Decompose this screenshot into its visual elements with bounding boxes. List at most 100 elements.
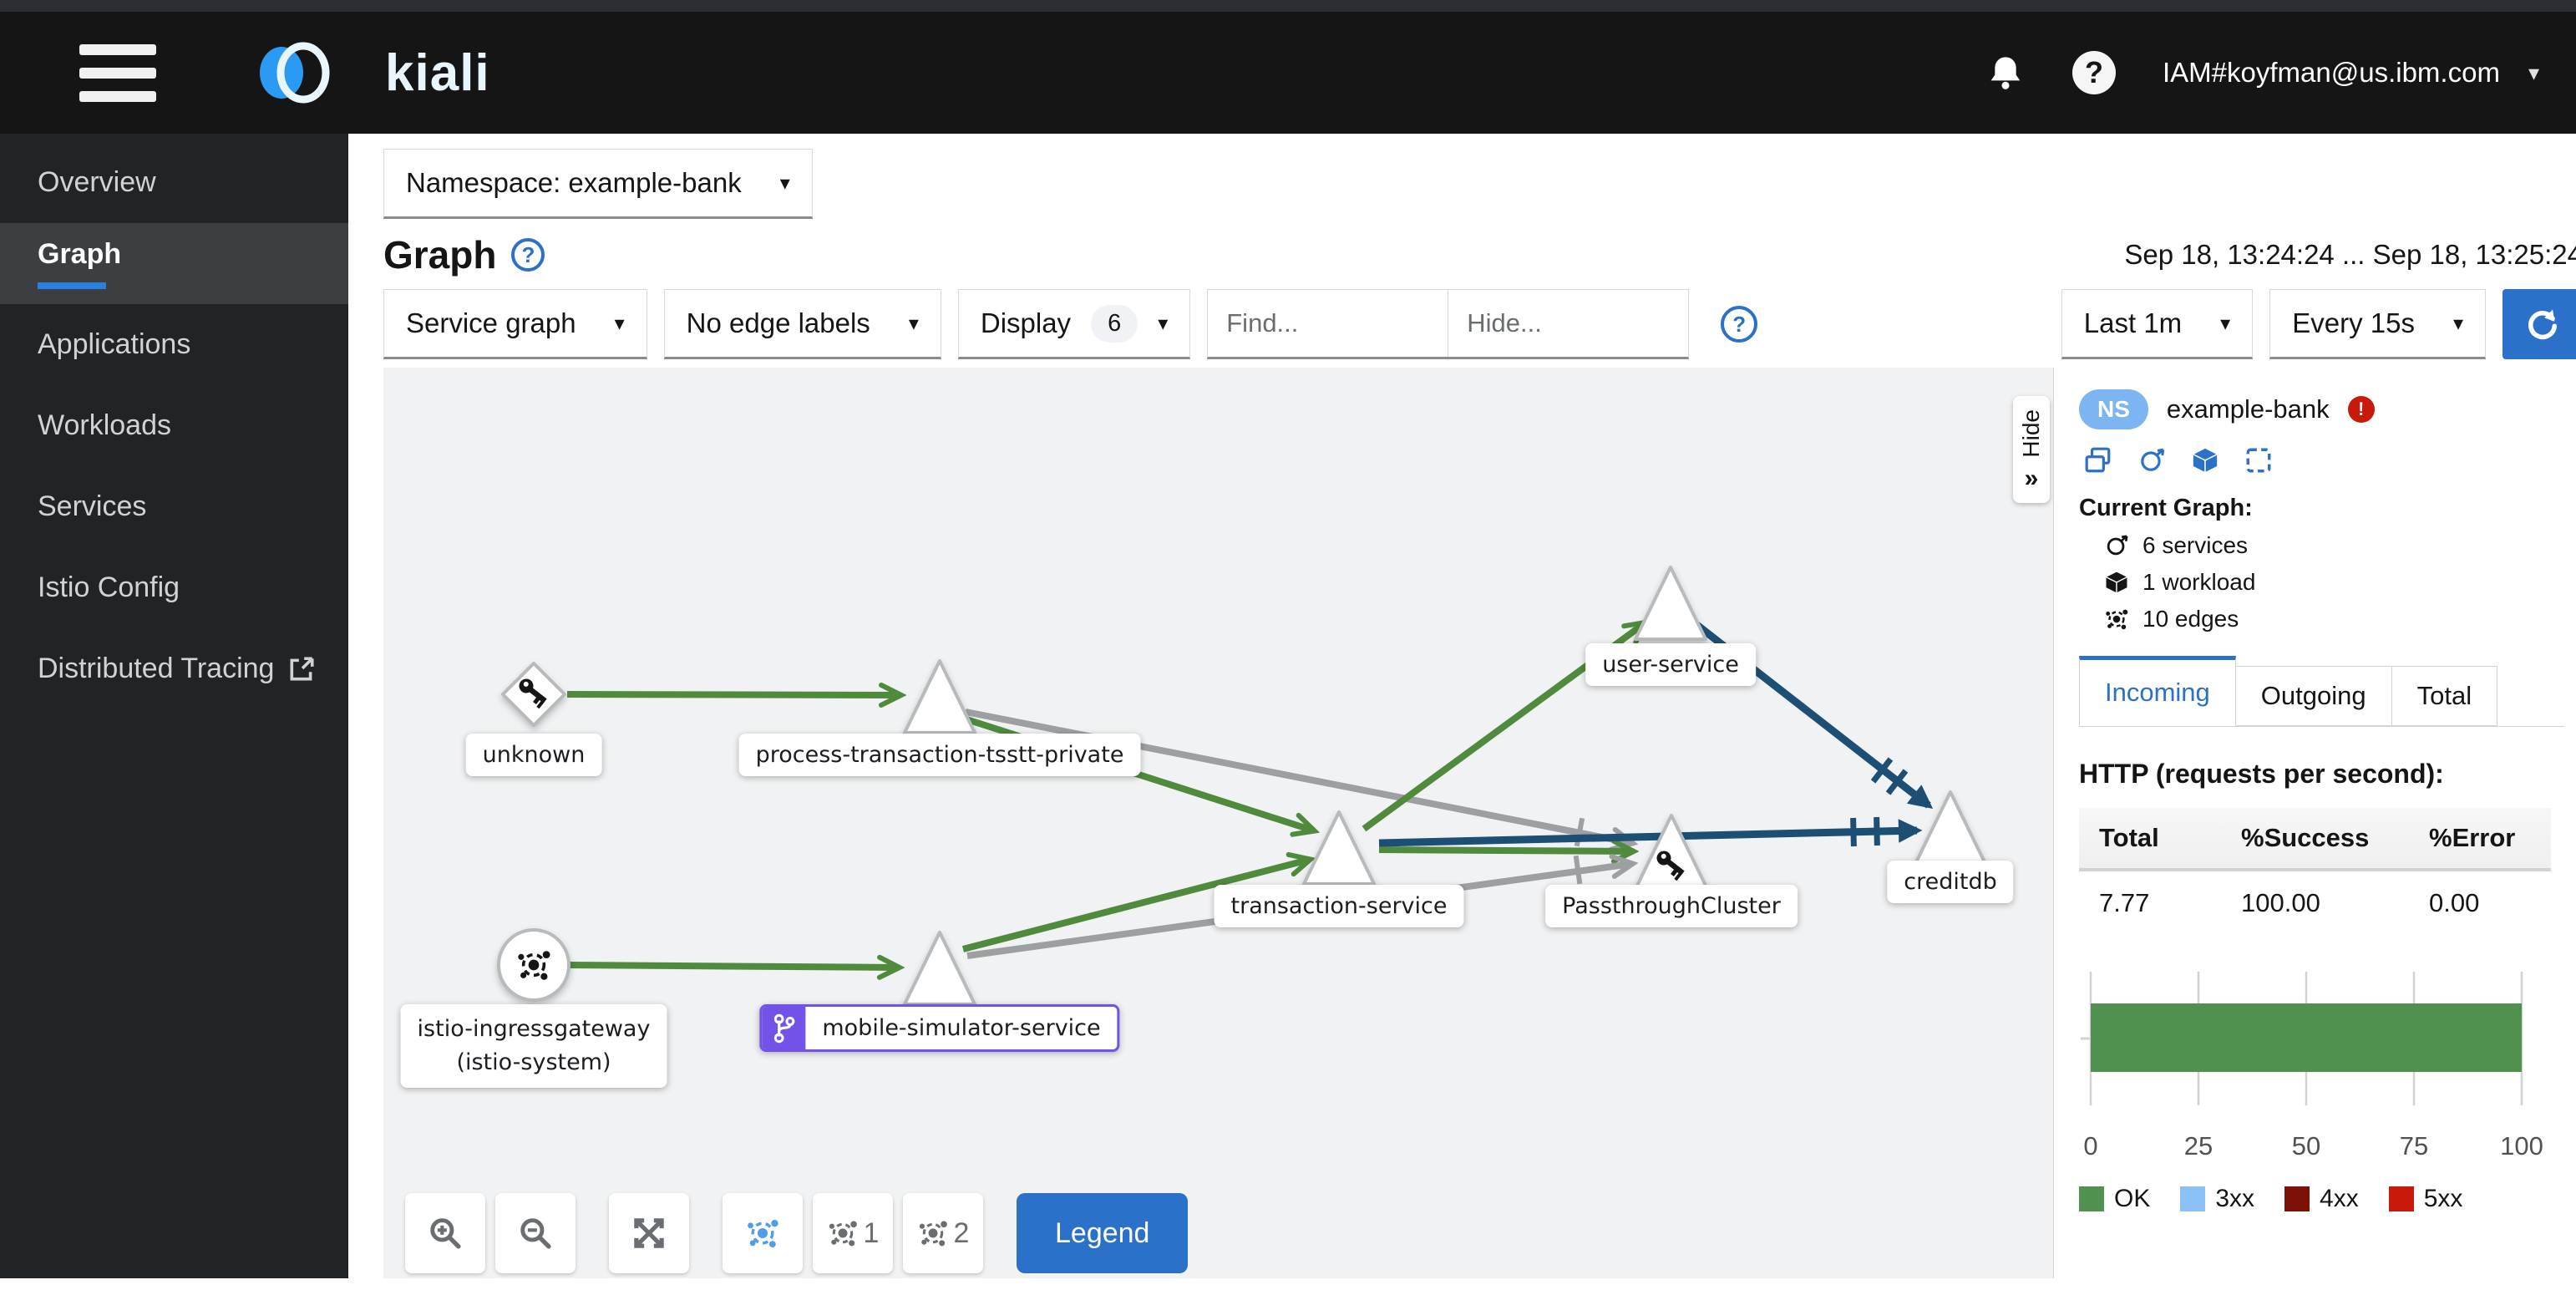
node-process-transaction[interactable] <box>900 655 980 739</box>
find-input[interactable] <box>1208 290 1448 357</box>
stat-workloads: 1 workload <box>2079 569 2564 596</box>
display-select[interactable]: Display 6 ▾ <box>957 289 1191 359</box>
masthead: kiali ? IAM#koyfman@us.ibm.com ▾ <box>0 0 2576 134</box>
stat-edges: 10 edges <box>2079 606 2564 632</box>
node-label-mobile-simulator-service[interactable]: mobile-simulator-service <box>759 1004 1120 1052</box>
edge-labels-select[interactable]: No edge labels ▾ <box>663 289 941 359</box>
namespace-warning-icon[interactable]: ! <box>2347 396 2375 423</box>
legend-item-5xx: 5xx <box>2388 1185 2462 1213</box>
istio-config-link-icon[interactable] <box>2244 446 2273 475</box>
layout-default-button[interactable] <box>723 1193 803 1273</box>
chevron-down-icon: ▾ <box>1158 312 1169 335</box>
node-creditdb[interactable] <box>1910 786 1990 870</box>
edges-icon <box>2104 607 2129 632</box>
node-mobile-simulator-service[interactable] <box>900 927 980 1010</box>
chevron-down-icon: ▾ <box>2528 59 2539 85</box>
node-user-service[interactable] <box>1630 561 1711 645</box>
namespace-badge: NS <box>2079 389 2148 429</box>
collapse-chevron-icon: » <box>2024 464 2039 492</box>
refresh-interval-select[interactable]: Every 15s ▾ <box>2269 289 2486 359</box>
legend-item-3xx: 3xx <box>2180 1185 2254 1213</box>
graph-canvas[interactable]: unknown process-transaction-tsstt-privat… <box>383 368 2053 1278</box>
chevron-down-icon: ▾ <box>779 171 790 195</box>
time-range-label: Sep 18, 13:24:24 ... Sep 18, 13:25:24 <box>2124 239 2576 270</box>
graph-type-select[interactable]: Service graph ▾ <box>383 289 647 359</box>
applications-link-icon[interactable] <box>2084 446 2112 475</box>
ok-bar <box>2091 1003 2522 1072</box>
user-menu[interactable]: IAM#koyfman@us.ibm.com ▾ <box>2163 57 2539 89</box>
traffic-tabs: Incoming Outgoing Total <box>2079 656 2564 727</box>
node-label-user-service[interactable]: user-service <box>1585 643 1756 686</box>
display-count-badge: 6 <box>1091 304 1138 343</box>
graph-help-icon[interactable]: ? <box>511 238 545 272</box>
kiali-logo-icon <box>260 42 330 104</box>
http-rates-table: Total %Success %Error 7.77 100.00 0.00 <box>2079 808 2551 927</box>
kiali-brand: kiali <box>248 31 490 114</box>
legend-item-ok: OK <box>2079 1185 2150 1213</box>
ok-swatch <box>2079 1186 2104 1211</box>
graph-edges-layer <box>566 368 1934 1278</box>
layout-1-button[interactable]: 1 <box>813 1193 893 1273</box>
layout-2-button[interactable]: 2 <box>903 1193 983 1273</box>
tab-incoming[interactable]: Incoming <box>2079 656 2236 726</box>
sidebar-item-services[interactable]: Services <box>0 466 348 547</box>
chevron-down-icon: ▾ <box>908 312 919 335</box>
node-label-transaction-service[interactable]: transaction-service <box>1214 885 1464 927</box>
fit-to-screen-button[interactable] <box>609 1193 689 1273</box>
refresh-button[interactable] <box>2502 289 2576 359</box>
x-axis-ticks: 0 25 50 75 100 <box>2083 1131 2543 1160</box>
chevron-down-icon: ▾ <box>614 312 625 335</box>
hide-panel-tab[interactable]: Hide » <box>2013 396 2050 503</box>
zoom-in-button[interactable] <box>405 1193 485 1273</box>
legend-button[interactable]: Legend <box>1017 1193 1189 1273</box>
brand-title: kiali <box>385 43 490 102</box>
zoom-out-button[interactable] <box>495 1193 576 1273</box>
main-content: Namespace: example-bank ▾ Graph ? Sep 18… <box>348 134 2576 1278</box>
sidebar-item-istio-config[interactable]: Istio Config <box>0 547 348 628</box>
tab-total[interactable]: Total <box>2391 666 2498 726</box>
service-icon <box>2104 533 2129 558</box>
services-link-icon[interactable] <box>2137 446 2166 475</box>
sidebar-item-workloads[interactable]: Workloads <box>0 385 348 466</box>
hamburger-menu-icon[interactable] <box>79 43 156 102</box>
find-help-icon[interactable]: ? <box>1721 306 1758 343</box>
node-label-unknown[interactable]: unknown <box>465 734 602 776</box>
sidebar-item-overview[interactable]: Overview <box>0 142 348 223</box>
sidebar: Overview Graph Applications Workloads Se… <box>0 134 348 1278</box>
status-bar-chart <box>2081 972 2523 1105</box>
namespace-selector[interactable]: Namespace: example-bank ▾ <box>383 149 813 219</box>
page-title: Graph <box>383 233 497 277</box>
node-istio-ingressgateway[interactable] <box>494 926 573 1004</box>
node-label-process-transaction[interactable]: process-transaction-tsstt-private <box>738 734 1141 776</box>
graph-toolbar: 1 2 Legend <box>405 1193 1189 1273</box>
node-unknown[interactable] <box>499 659 569 729</box>
table-row: 7.77 100.00 0.00 <box>2099 888 2480 917</box>
help-icon[interactable]: ? <box>2071 51 2116 94</box>
node-transaction-service[interactable] <box>1299 806 1379 890</box>
node-label-creditdb[interactable]: creditdb <box>1887 861 2014 903</box>
branch-icon <box>775 1015 794 1041</box>
chart-legend: OK 3xx 4xx 5xx <box>2079 1185 2564 1213</box>
node-label-istio-ingressgateway[interactable]: istio-ingressgateway (istio-system) <box>400 1004 667 1088</box>
workload-icon <box>2104 570 2129 595</box>
chevron-down-icon: ▾ <box>2220 312 2231 335</box>
find-hide-group <box>1207 289 1690 359</box>
node-label-passthrough-cluster[interactable]: PassthroughCluster <box>1545 885 1798 927</box>
node-passthrough-cluster[interactable] <box>1631 810 1711 893</box>
duration-select[interactable]: Last 1m ▾ <box>2061 289 2254 359</box>
active-underline <box>38 282 106 289</box>
summary-panel: NS example-bank ! Current Graph: 6 servi… <box>2053 368 2576 1278</box>
tab-outgoing[interactable]: Outgoing <box>2235 666 2392 726</box>
status-chart: 0 25 50 75 100 OK 3xx 4xx 5xx <box>2079 965 2564 1213</box>
external-link-icon <box>287 655 316 683</box>
sidebar-item-distributed-tracing[interactable]: Distributed Tracing <box>0 628 348 709</box>
namespace-name: example-bank <box>2166 394 2330 424</box>
sidebar-item-graph[interactable]: Graph <box>0 223 348 304</box>
workloads-link-icon[interactable] <box>2191 446 2219 475</box>
stat-services: 6 services <box>2079 532 2564 559</box>
current-graph-title: Current Graph: <box>2079 495 2253 521</box>
hide-input[interactable] <box>1448 290 1689 357</box>
legend-item-4xx: 4xx <box>2284 1185 2359 1213</box>
sidebar-item-applications[interactable]: Applications <box>0 304 348 385</box>
notifications-bell-icon[interactable] <box>1985 53 2026 93</box>
